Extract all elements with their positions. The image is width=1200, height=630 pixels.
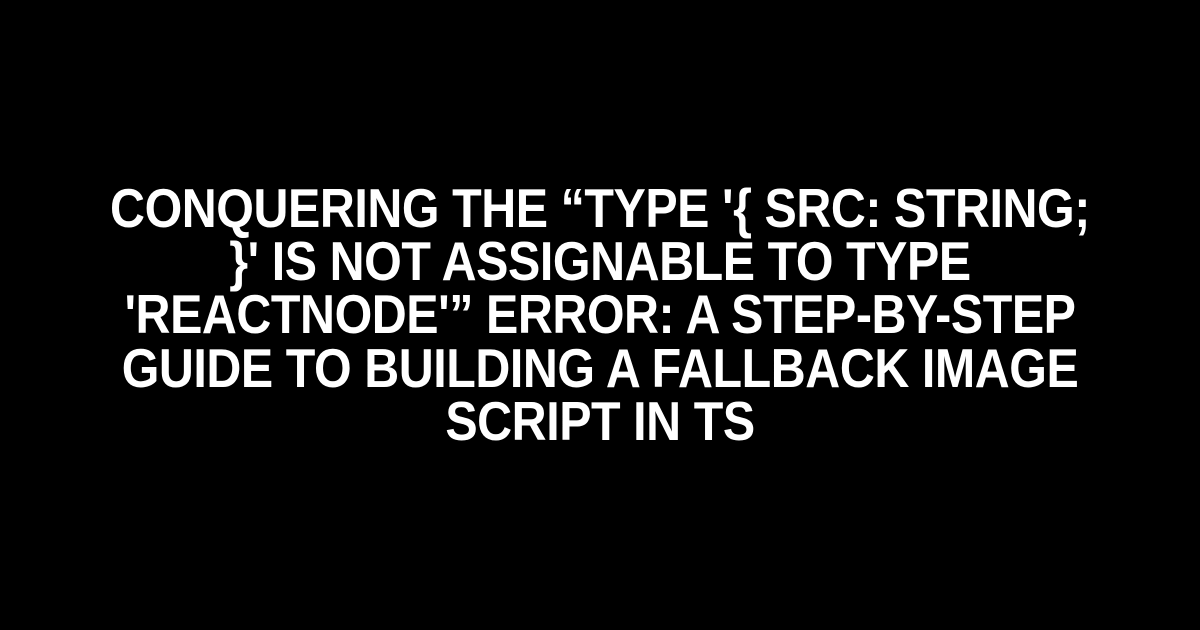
page-title: Conquering the “Type '{ src: string; }' … xyxy=(72,182,1128,449)
